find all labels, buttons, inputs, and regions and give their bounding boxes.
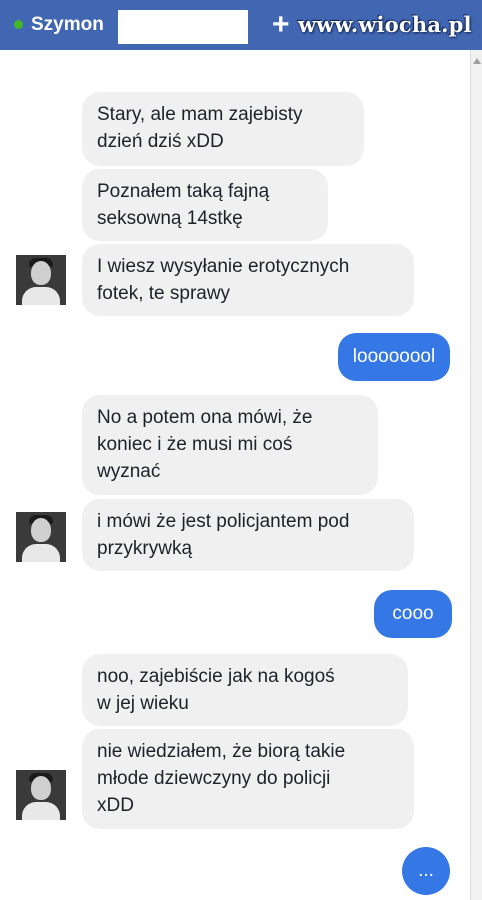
- avatar-shirt: [22, 287, 60, 305]
- incoming-message: i mówi że jest policjantem pod przykrywk…: [82, 499, 414, 571]
- incoming-message: I wiesz wysyłanie erotycznych fotek, te …: [82, 244, 414, 316]
- contact-name[interactable]: Szymon: [31, 12, 104, 38]
- avatar-shirt: [22, 802, 60, 820]
- conversation-panel: 18:17 Stary, ale mam zajebisty dzień dzi…: [0, 50, 470, 900]
- censored-surname-box: [118, 10, 248, 44]
- avatar-face: [31, 776, 51, 800]
- avatar-face: [31, 518, 51, 542]
- avatar-face: [31, 261, 51, 285]
- contact-avatar[interactable]: [16, 255, 66, 305]
- chat-header: Szymon + www.wiocha.pl: [0, 0, 482, 50]
- contact-avatar[interactable]: [16, 512, 66, 562]
- online-status-dot: [14, 20, 23, 29]
- incoming-message: Poznałem taką fajną seksowną 14stkę: [82, 169, 328, 241]
- outgoing-message: loooooool: [338, 333, 450, 381]
- incoming-message: No a potem ona mówi, że koniec i że musi…: [82, 395, 378, 495]
- incoming-message: nie wiedziałem, że biorą takie młode dzi…: [82, 729, 414, 829]
- incoming-message: Stary, ale mam zajebisty dzień dziś xDD: [82, 92, 364, 166]
- contact-avatar[interactable]: [16, 770, 66, 820]
- scroll-up-arrow-icon[interactable]: [473, 58, 481, 64]
- watermark: www.wiocha.pl: [298, 12, 472, 37]
- plus-icon[interactable]: +: [272, 8, 290, 42]
- incoming-message: noo, zajebiście jak na kogoś w jej wieku: [82, 654, 408, 726]
- avatar-shirt: [22, 544, 60, 562]
- outgoing-message: ...: [402, 847, 450, 895]
- outgoing-message: cooo: [374, 590, 452, 638]
- chat-scrollbar[interactable]: [470, 50, 482, 900]
